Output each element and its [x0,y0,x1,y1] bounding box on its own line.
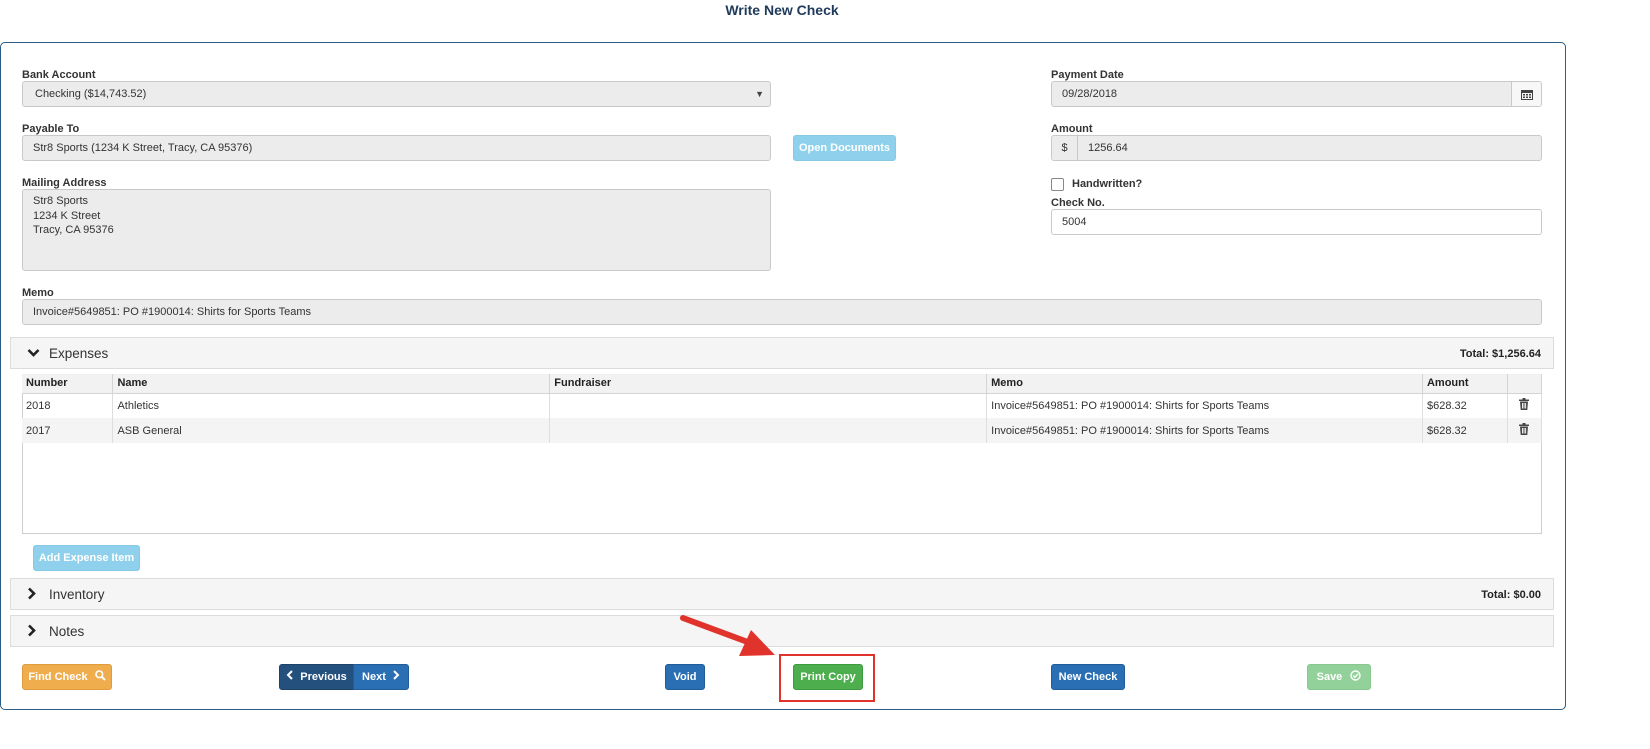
inventory-title: Inventory [49,587,105,602]
column-header-number[interactable]: Number [22,374,114,394]
expenses-title: Expenses [49,346,109,361]
void-button[interactable]: Void [665,664,705,690]
delete-row-cell [1507,393,1543,418]
cell-fundraiser[interactable] [549,418,988,443]
bank-account-label: Bank Account [22,69,96,81]
handwritten-checkbox[interactable] [1051,178,1064,191]
check-no-label: Check No. [1051,197,1105,209]
annotation-arrow-icon [680,615,775,656]
chevron-down-icon [27,347,40,361]
cell-amount[interactable]: $628.32 [1422,418,1508,443]
cell-amount[interactable]: $628.32 [1422,393,1508,418]
cell-name[interactable]: ASB General [112,418,551,443]
save-button[interactable]: Save [1307,664,1371,690]
open-documents-button[interactable]: Open Documents [793,135,896,161]
delete-row-cell [1507,418,1543,443]
highlight-box [779,654,875,702]
amount-input[interactable]: $ 1256.64 [1051,135,1542,161]
next-button[interactable]: Next [353,664,409,690]
trash-icon[interactable] [1519,398,1530,411]
find-check-button[interactable]: Find Check [22,664,112,690]
payable-to-input[interactable]: Str8 Sports (1234 K Street, Tracy, CA 95… [22,135,771,161]
column-header-actions [1507,374,1543,394]
payment-date-value: 09/28/2018 [1062,88,1118,100]
page-title: Write New Check [725,2,839,18]
amount-label: Amount [1051,123,1093,135]
cell-number[interactable]: 2018 [22,393,114,418]
notes-title: Notes [49,624,85,639]
find-check-label: Find Check [28,671,88,683]
chevron-right-icon [27,624,37,640]
bank-account-value: Checking ($14,743.52) [35,88,147,100]
cell-memo[interactable]: Invoice#5649851: PO #1900014: Shirts for… [986,393,1423,418]
memo-input[interactable]: Invoice#5649851: PO #1900014: Shirts for… [22,299,1542,325]
mailing-address-label: Mailing Address [22,177,107,189]
table-header-row: Number Name Fundraiser Memo Amount [22,374,1543,394]
cell-number[interactable]: 2017 [22,418,114,443]
payment-date-input[interactable]: 09/28/2018 [1051,81,1542,107]
check-no-input[interactable]: 5004 [1051,209,1542,235]
payable-to-label: Payable To [22,123,80,135]
caret-down-icon: ▼ [755,89,764,99]
bank-account-select[interactable]: Checking ($14,743.52) ▼ [22,81,771,107]
table-row[interactable]: 2017 ASB General Invoice#5649851: PO #19… [22,418,1543,443]
payment-date-label: Payment Date [1051,69,1124,81]
column-header-memo[interactable]: Memo [986,374,1423,394]
column-header-amount[interactable]: Amount [1422,374,1508,394]
chevron-right-icon [393,670,400,680]
inventory-section-header[interactable]: Inventory Total: $0.00 [10,578,1554,610]
chevron-left-icon [286,670,293,680]
save-label: Save [1316,671,1343,683]
expenses-section-header[interactable]: Expenses Total: $1,256.64 [10,337,1554,369]
table-row[interactable]: 2018 Athletics Invoice#5649851: PO #1900… [22,393,1543,418]
previous-button[interactable]: Previous [279,664,354,690]
address-line: 1234 K Street [33,209,101,222]
calendar-icon[interactable] [1511,82,1541,106]
column-header-name[interactable]: Name [112,374,551,394]
column-header-fundraiser[interactable]: Fundraiser [549,374,988,394]
address-line: Str8 Sports [33,195,89,207]
cell-fundraiser[interactable] [549,393,988,418]
memo-label: Memo [22,287,54,299]
inventory-total: Total: $0.00 [1481,589,1541,601]
previous-label: Previous [300,671,347,683]
expenses-table: Number Name Fundraiser Memo Amount 2018 … [22,374,1543,443]
next-label: Next [362,671,386,683]
add-expense-item-button[interactable]: Add Expense Item [33,545,140,571]
trash-icon[interactable] [1519,423,1530,435]
search-icon [94,670,106,681]
amount-value: 1256.64 [1088,142,1128,154]
cell-memo[interactable]: Invoice#5649851: PO #1900014: Shirts for… [986,418,1423,443]
currency-addon: $ [1052,136,1078,160]
check-circle-icon [1350,670,1362,681]
address-line: Tracy, CA 95376 [33,224,114,236]
chevron-right-icon [27,587,37,603]
mailing-address-textarea[interactable]: Str8 Sports 1234 K Street Tracy, CA 9537… [22,189,771,271]
new-check-button[interactable]: New Check [1051,664,1125,690]
cell-name[interactable]: Athletics [112,393,551,418]
expenses-total: Total: $1,256.64 [1459,348,1541,360]
handwritten-label: Handwritten? [1072,178,1143,190]
